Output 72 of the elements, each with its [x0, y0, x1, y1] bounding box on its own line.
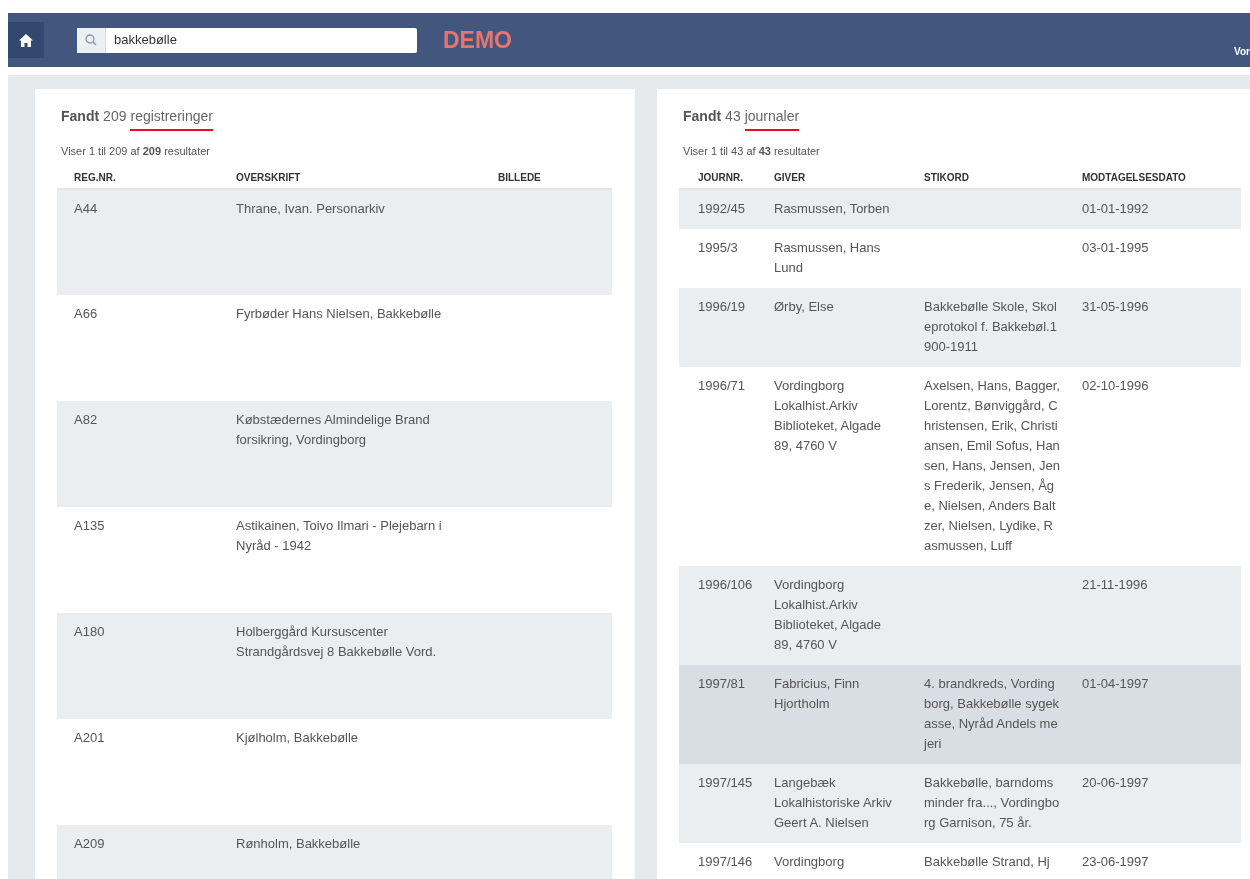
table-cell: 20-06-1997 — [1082, 774, 1149, 790]
table-cell: 1995/3 — [698, 239, 738, 255]
table-cell: Købstædernes Almindelige Brand forsikring, Vordingborg — [236, 411, 430, 447]
table-row[interactable]: 1997/81 Fabricius, Finn Hjortholm 4. brandkreds, Vordingborg, Bakkebølle sygekasse, Nyråd Andels mejeri 01-04-1997 — [679, 664, 1241, 764]
table-cell: 1997/81 — [698, 675, 745, 691]
results-title: Fandt — [61, 107, 100, 126]
user-menu[interactable]: Vor — [1234, 44, 1250, 59]
column-header[interactable]: BILLEDE — [498, 169, 612, 189]
table-cell: A82 — [74, 411, 98, 427]
table-cell: 1997/146 — [698, 853, 753, 869]
table-cell: A201 — [74, 729, 105, 745]
table-cell: Axelsen, Hans, Bagger, Lorentz, Bønviggård, Christensen, Erik, Christiansen, Emil Sofus, Hansen, Hans, Jensen, Jens Frederik, Jensen, Åge, Nielsen, Anders Baltzer, Nielsen, Lydike, Rasmussen, Luff — [924, 377, 1060, 553]
table-cell: A135 — [74, 517, 105, 533]
column-header[interactable]: STIKORD — [924, 169, 1082, 189]
table-cell: Bakkebølle, barndoms minder fra..., Vordingborg Garnison, 75 år. — [924, 774, 1060, 830]
table-cell: A44 — [74, 200, 98, 216]
table-cell: Bakkebølle Strand, Hj — [924, 853, 1050, 869]
table-cell: Ørby, Else — [774, 298, 834, 314]
table-cell: 01-04-1997 — [1082, 675, 1149, 691]
table-cell: Vordingborg Lokalhist.Arkiv Biblioteket, Algade 89, 4760 V — [774, 576, 881, 652]
table-cell: A66 — [74, 305, 98, 321]
table-cell: A209 — [74, 835, 105, 851]
results-count: 43 — [725, 107, 741, 126]
results-summary: Viser 1 til 209 af 209 resultater — [61, 145, 210, 157]
table-cell: Vordingborg Lokalhist.Arkiv Biblioteket, Algade 89, 4760 V — [774, 377, 881, 453]
table-cell: 1992/45 — [698, 200, 745, 216]
table-cell: 1996/71 — [698, 377, 745, 393]
table-cell: Bakkebølle Skole, Skoleprotokol f. Bakkebøl.1900-1911 — [924, 298, 1057, 354]
table-cell: Rasmussen, Hans Lund — [774, 239, 881, 275]
table-cell: 23-06-1997 — [1082, 853, 1149, 869]
results-summary: Viser 1 til 43 af 43 resultater — [683, 145, 820, 157]
column-header[interactable]: OVERSKRIFT — [236, 169, 498, 189]
table-cell: 31-05-1996 — [1082, 298, 1149, 314]
table-row[interactable]: 1997/145 Langebæk Lokalhistoriske Arkiv Geert A. Nielsen Bakkebølle, barndoms minder fra..., Vordingborg Garnison, 75 år. 20-06-1997 — [679, 763, 1241, 843]
home-button[interactable] — [8, 22, 44, 58]
search-field[interactable]: bakkebølle — [77, 27, 417, 53]
results-count: 209 — [103, 107, 127, 126]
table-cell: Langebæk Lokalhistoriske Arkiv Geert A. Nielsen — [774, 774, 892, 830]
search-input[interactable]: bakkebølle — [114, 30, 417, 50]
table-row[interactable]: A209 Rønholm, Bakkebølle — [57, 824, 612, 879]
table-row[interactable]: A82 Købstædernes Almindelige Brand forsikring, Vordingborg — [57, 400, 612, 507]
table-cell: 1997/145 — [698, 774, 753, 790]
table-cell: Astikainen, Toivo Ilmari - Plejebarn i Nyråd - 1942 — [236, 517, 442, 553]
table-cell: 4. brandkreds, Vordingborg, Bakkebølle sygekasse, Nyråd Andels mejeri — [924, 675, 1060, 751]
table-cell: Holberggård Kursuscenter Strandgårdsvej 8 Bakkebølle Vord. — [236, 623, 437, 659]
column-header[interactable]: GIVER — [774, 169, 924, 189]
table-cell: Fyrbøder Hans Nielsen, Bakkebølle — [236, 305, 442, 321]
table-cell: 02-10-1996 — [1082, 377, 1149, 393]
home-icon — [19, 33, 33, 47]
table-row[interactable]: 1995/3 Rasmussen, Hans Lund 03-01-1995 — [679, 228, 1241, 288]
column-header[interactable]: MODTAGELSESDATO — [1082, 169, 1241, 189]
table-cell: Thrane, Ivan. Personarkiv — [236, 200, 385, 216]
table-cell: Fabricius, Finn Hjortholm — [774, 675, 860, 711]
table-row[interactable]: A180 Holberggård Kursuscenter Strandgårdsvej 8 Bakkebølle Vord. — [57, 612, 612, 719]
table-cell: 01-01-1992 — [1082, 200, 1149, 216]
table-cell: 21-11-1996 — [1082, 576, 1148, 592]
table-cell: 03-01-1995 — [1082, 239, 1149, 255]
demo-label: DEMO — [443, 28, 512, 52]
table-cell: Vordingborg — [774, 853, 845, 869]
table-cell: A180 — [74, 623, 105, 639]
search-icon — [85, 34, 97, 46]
column-header[interactable]: JOURNR. — [679, 169, 774, 189]
column-header[interactable]: REG.NR. — [57, 169, 236, 189]
table-row[interactable]: 1996/106 Vordingborg Lokalhist.Arkiv Biblioteket, Algade 89, 4760 V 21-11-1996 — [679, 565, 1241, 665]
table-cell: Rønholm, Bakkebølle — [236, 835, 361, 851]
table-cell: 1996/106 — [698, 576, 753, 592]
results-type: journaler — [744, 106, 800, 131]
table-cell: Rasmussen, Torben — [774, 200, 890, 216]
table-cell: Kjølholm, Bakkebølle — [236, 729, 359, 745]
results-title: Fandt — [683, 107, 722, 126]
results-type: registreringer — [130, 106, 213, 131]
table-cell: 1996/19 — [698, 298, 745, 314]
